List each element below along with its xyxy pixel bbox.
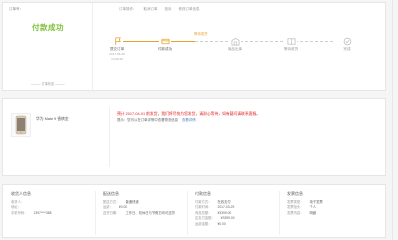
delivery-info: 配送信息 配送方式： 普通快递 运费： ¥0.00 送货日期： 工作日、双休日与节假日…: [103, 191, 175, 215]
invoice-info: 发票信息 发票类型： 电子发票 发票抬头： 个人 发票内容： 明细: [287, 191, 323, 215]
cancel-order-link[interactable]: 取消订单: [143, 7, 157, 11]
goods-item[interactable]: 华为 Mate 9 香槟金: [11, 113, 69, 137]
complete-icon: [341, 36, 353, 46]
shipping-tip: 提示：您可以在订单详情中查看物流信息 查看详情: [117, 118, 196, 122]
current-step-tag: 等待发货: [194, 32, 208, 36]
step-complete: 完成: [323, 31, 371, 52]
order-status-card: 订单号： 付款成功 ——— 订单状态 ——— 订单操作： 取消订单 投诉 修改订…: [2, 2, 387, 92]
goods-name[interactable]: 华为 Mate 9 香槟金: [36, 117, 69, 122]
edit-order-link[interactable]: 修改订单信息: [178, 7, 199, 11]
shipping-notice: 预计 2017-04-01 前发货，我们将尽快为您发货，请耐心等待，如有疑问请联…: [117, 111, 383, 123]
step-delivery: 等待收货: [267, 31, 315, 52]
step-payment: 付款成功: [141, 31, 189, 52]
product-thumbnail[interactable]: [11, 113, 31, 137]
complaint-link[interactable]: 投诉: [164, 7, 171, 11]
order-info-card: 收货人信息 收货人： 地址： 手机号码： 1397****388 配送信息 配送方…: [2, 184, 386, 238]
order-number-label: 订单号：: [9, 7, 23, 11]
order-actions: 订单操作： 取消订单 投诉 修改订单信息: [119, 7, 205, 12]
warehouse-icon: [229, 36, 241, 46]
consignee-info: 收货人信息 收货人： 地址： 手机号码： 1397****388: [11, 191, 52, 215]
payment-icon: [159, 36, 171, 46]
page-scrollbar[interactable]: [392, 0, 398, 240]
step-submit: 提交订单 2017-03-29 14:06:28: [93, 31, 141, 61]
order-progress: 等待发货 提交订单 2017-03-29 14:06:28 付款成功 商品出库: [93, 31, 387, 81]
payment-info: 付款信息 付款方式： 在线支付 付款时间： 2017-03-29 商品总额： ¥339…: [195, 191, 235, 226]
submit-icon: [111, 36, 123, 46]
step-warehouse: 商品出库: [211, 31, 259, 52]
delivery-icon: [285, 36, 297, 46]
status-block: 订单号： 付款成功 ——— 订单状态 ———: [3, 3, 93, 92]
status-footer: ——— 订单状态 ———: [31, 82, 65, 86]
goods-divider: [109, 107, 110, 167]
order-actions-label: 订单操作：: [119, 7, 137, 11]
order-number: 订单号：: [9, 7, 23, 12]
view-details-link[interactable]: 查看详情: [182, 118, 196, 122]
payment-status: 付款成功: [32, 23, 64, 32]
goods-card: 华为 Mate 9 香槟金 预计 2017-04-01 前发货，我们将尽快为您发…: [2, 98, 386, 176]
